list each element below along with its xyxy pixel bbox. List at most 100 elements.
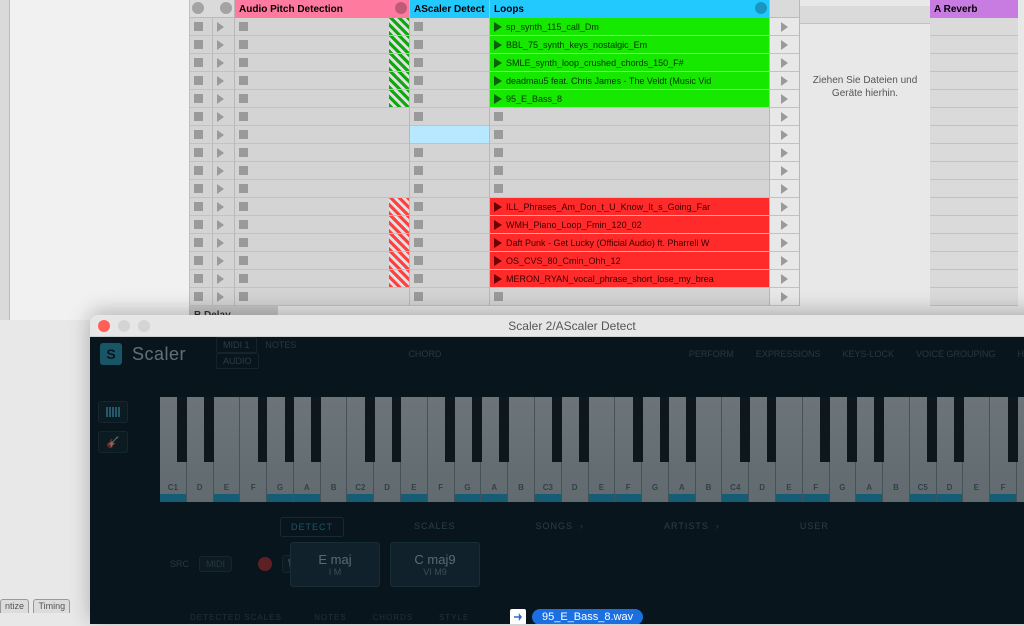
clip-slot[interactable] bbox=[410, 54, 489, 72]
clip-slot[interactable] bbox=[212, 54, 235, 72]
track-header[interactable]: Loops bbox=[490, 0, 769, 18]
clip-slot[interactable] bbox=[410, 270, 489, 288]
clip-slot[interactable] bbox=[389, 126, 409, 144]
piano-white-key[interactable]: D bbox=[187, 397, 214, 502]
minimize-icon[interactable] bbox=[118, 320, 130, 332]
clip-slot[interactable] bbox=[389, 288, 409, 306]
scene-launch-button[interactable] bbox=[770, 126, 799, 144]
clip-slot[interactable] bbox=[235, 90, 255, 108]
tab-songs[interactable]: SONGS › bbox=[526, 517, 595, 537]
clip-slot[interactable] bbox=[410, 18, 489, 36]
clip-slot[interactable] bbox=[212, 198, 235, 216]
scene-launch-button[interactable] bbox=[770, 90, 799, 108]
piano-white-key[interactable]: C1 bbox=[160, 397, 187, 502]
piano-white-key[interactable]: C5 bbox=[910, 397, 937, 502]
piano-white-key[interactable]: A bbox=[856, 397, 883, 502]
piano-white-key[interactable]: F bbox=[615, 397, 642, 502]
clip-slot[interactable] bbox=[410, 216, 489, 234]
tab-scales[interactable]: SCALES bbox=[404, 517, 466, 537]
clip-slot[interactable] bbox=[255, 90, 389, 108]
clip-slot[interactable] bbox=[212, 234, 235, 252]
clip-slot[interactable] bbox=[255, 72, 389, 90]
scene-launch-button[interactable] bbox=[770, 180, 799, 198]
clip-slot[interactable] bbox=[255, 162, 389, 180]
piano-white-key[interactable]: G bbox=[455, 397, 482, 502]
clip-slot[interactable] bbox=[190, 126, 212, 144]
guitar-view-icon[interactable]: 🎸 bbox=[98, 431, 128, 453]
midi-clip[interactable] bbox=[410, 126, 489, 144]
close-icon[interactable] bbox=[98, 320, 110, 332]
clip-slot[interactable] bbox=[389, 162, 409, 180]
clip-slot[interactable] bbox=[235, 108, 255, 126]
clip-slot[interactable] bbox=[255, 216, 389, 234]
record-button[interactable] bbox=[258, 557, 272, 571]
scene-launch-button[interactable] bbox=[770, 234, 799, 252]
clip-slot[interactable] bbox=[255, 144, 389, 162]
scene-launch-button[interactable] bbox=[770, 216, 799, 234]
clip-slot[interactable] bbox=[212, 270, 235, 288]
clip-slot[interactable] bbox=[410, 198, 489, 216]
zoom-icon[interactable] bbox=[138, 320, 150, 332]
scene-launch-button[interactable] bbox=[770, 36, 799, 54]
clip-slot[interactable] bbox=[255, 234, 389, 252]
scene-launch-button[interactable] bbox=[770, 162, 799, 180]
clip-slot[interactable] bbox=[255, 18, 389, 36]
chord-2[interactable]: C maj9 VI M9 bbox=[390, 542, 480, 587]
clip-slot[interactable] bbox=[235, 198, 255, 216]
midi-chip[interactable]: MIDI bbox=[199, 556, 232, 572]
clip-slot[interactable] bbox=[389, 270, 409, 288]
clip-slot[interactable] bbox=[255, 270, 389, 288]
clip-slot[interactable] bbox=[490, 288, 769, 306]
clip-slot[interactable] bbox=[389, 234, 409, 252]
midi-tab[interactable]: MIDI 1 bbox=[216, 337, 257, 353]
clip-slot[interactable] bbox=[235, 36, 255, 54]
tab-detect[interactable]: DETECT bbox=[280, 517, 344, 537]
audio-clip[interactable]: Daft Punk - Get Lucky (Official Audio) f… bbox=[490, 234, 769, 252]
piano-white-key[interactable]: E bbox=[214, 397, 241, 502]
clip-slot[interactable] bbox=[389, 144, 409, 162]
clip-slot[interactable] bbox=[235, 216, 255, 234]
clip-slot[interactable] bbox=[255, 198, 389, 216]
clip-slot[interactable] bbox=[490, 126, 769, 144]
clip-slot[interactable] bbox=[389, 72, 409, 90]
drop-zone[interactable]: Ziehen Sie Dateien und Geräte hierhin. bbox=[800, 0, 930, 100]
clip-slot[interactable] bbox=[255, 180, 389, 198]
clip-slot[interactable] bbox=[235, 234, 255, 252]
clip-slot[interactable] bbox=[190, 270, 212, 288]
track-header[interactable]: Audio Pitch Detection bbox=[235, 0, 409, 18]
clip-slot[interactable] bbox=[235, 126, 255, 144]
circle-icon[interactable] bbox=[220, 2, 232, 14]
clip-slot[interactable] bbox=[190, 72, 212, 90]
clip-slot[interactable] bbox=[190, 216, 212, 234]
audio-clip[interactable]: deadmau5 feat. Chris James - The Veldt (… bbox=[490, 72, 769, 90]
clip-slot[interactable] bbox=[190, 144, 212, 162]
clip-slot[interactable] bbox=[235, 144, 255, 162]
circle-icon[interactable] bbox=[192, 2, 204, 14]
dragged-audio-file[interactable]: 95_E_Bass_8.wav bbox=[510, 609, 643, 624]
piano-white-key[interactable]: G bbox=[642, 397, 669, 502]
clip-slot[interactable] bbox=[490, 180, 769, 198]
clip-slot[interactable] bbox=[255, 288, 389, 306]
clip-slot[interactable] bbox=[255, 108, 389, 126]
clip-slot[interactable] bbox=[389, 198, 409, 216]
clip-slot[interactable] bbox=[190, 198, 212, 216]
audio-clip[interactable]: BBL_75_synth_keys_nostalgic_Em bbox=[490, 36, 769, 54]
piano-keyboard[interactable]: C1DEFGABC2DEFGABC3DEFGABC4DEFGABC5DEFG bbox=[160, 397, 1024, 502]
clip-slot[interactable] bbox=[212, 288, 235, 306]
clip-slot[interactable] bbox=[212, 216, 235, 234]
piano-white-key[interactable]: E bbox=[589, 397, 616, 502]
clip-slot[interactable] bbox=[410, 252, 489, 270]
audio-tab[interactable]: AUDIO bbox=[216, 353, 259, 369]
scene-launch-button[interactable] bbox=[770, 54, 799, 72]
piano-white-key[interactable]: B bbox=[321, 397, 348, 502]
scene-launch-button[interactable] bbox=[770, 288, 799, 306]
clip-slot[interactable] bbox=[212, 108, 235, 126]
clip-slot[interactable] bbox=[389, 18, 409, 36]
clip-slot[interactable] bbox=[190, 54, 212, 72]
piano-white-key[interactable]: B bbox=[696, 397, 723, 502]
piano-white-key[interactable]: B bbox=[508, 397, 535, 502]
audio-clip[interactable]: WMH_Piano_Loop_Fmin_120_02 bbox=[490, 216, 769, 234]
clip-slot[interactable] bbox=[235, 162, 255, 180]
clip-slot[interactable] bbox=[410, 90, 489, 108]
track-header[interactable]: AScaler Detect bbox=[410, 0, 489, 18]
